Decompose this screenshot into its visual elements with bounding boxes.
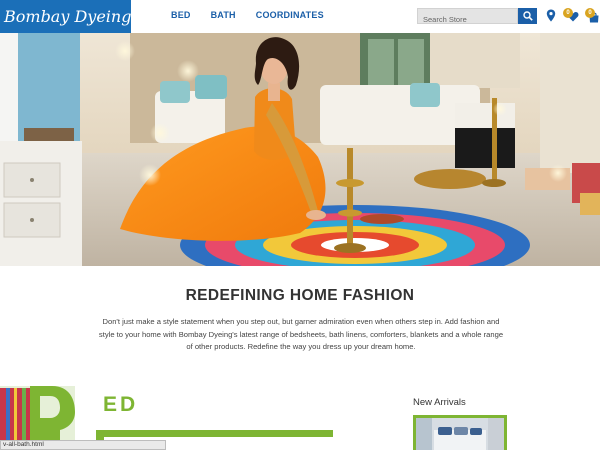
search-icon	[522, 11, 533, 21]
nav-bed-link[interactable]: BED	[171, 10, 191, 20]
new-arrival-thumbnail[interactable]	[413, 415, 507, 450]
wishlist-count-badge: 0	[563, 8, 573, 18]
cart-count-badge: 0	[585, 8, 595, 18]
page: Bombay Dyeing BED BATH COORDINATES 0	[0, 0, 600, 450]
search-button[interactable]	[518, 8, 537, 24]
page-headline: REDEFINING HOME FASHION	[185, 287, 415, 304]
bed-category-title[interactable]: ED	[103, 393, 138, 417]
site-header: Bombay Dyeing BED BATH COORDINATES 0	[0, 0, 600, 33]
intro-description: Don't just make a style statement when y…	[98, 317, 504, 351]
wishlist-button[interactable]: 0	[563, 6, 583, 26]
search-input[interactable]	[418, 12, 517, 27]
new-arrivals-title: New Arrivals	[413, 397, 466, 408]
main-nav: BED BATH COORDINATES	[171, 10, 324, 20]
location-pin-icon[interactable]	[546, 9, 556, 22]
brand-logo[interactable]: Bombay Dyeing	[0, 0, 131, 33]
new-arrival-bedroom-image	[416, 418, 504, 450]
browser-status-url: v-all-bath.html	[0, 440, 166, 450]
cart-button[interactable]: 0	[585, 6, 600, 26]
nav-bath-link[interactable]: BATH	[211, 10, 236, 20]
hero-image	[0, 33, 600, 266]
search-box	[417, 8, 518, 27]
nav-coordinates-link[interactable]: COORDINATES	[256, 10, 324, 20]
hero-banner[interactable]	[0, 33, 600, 266]
